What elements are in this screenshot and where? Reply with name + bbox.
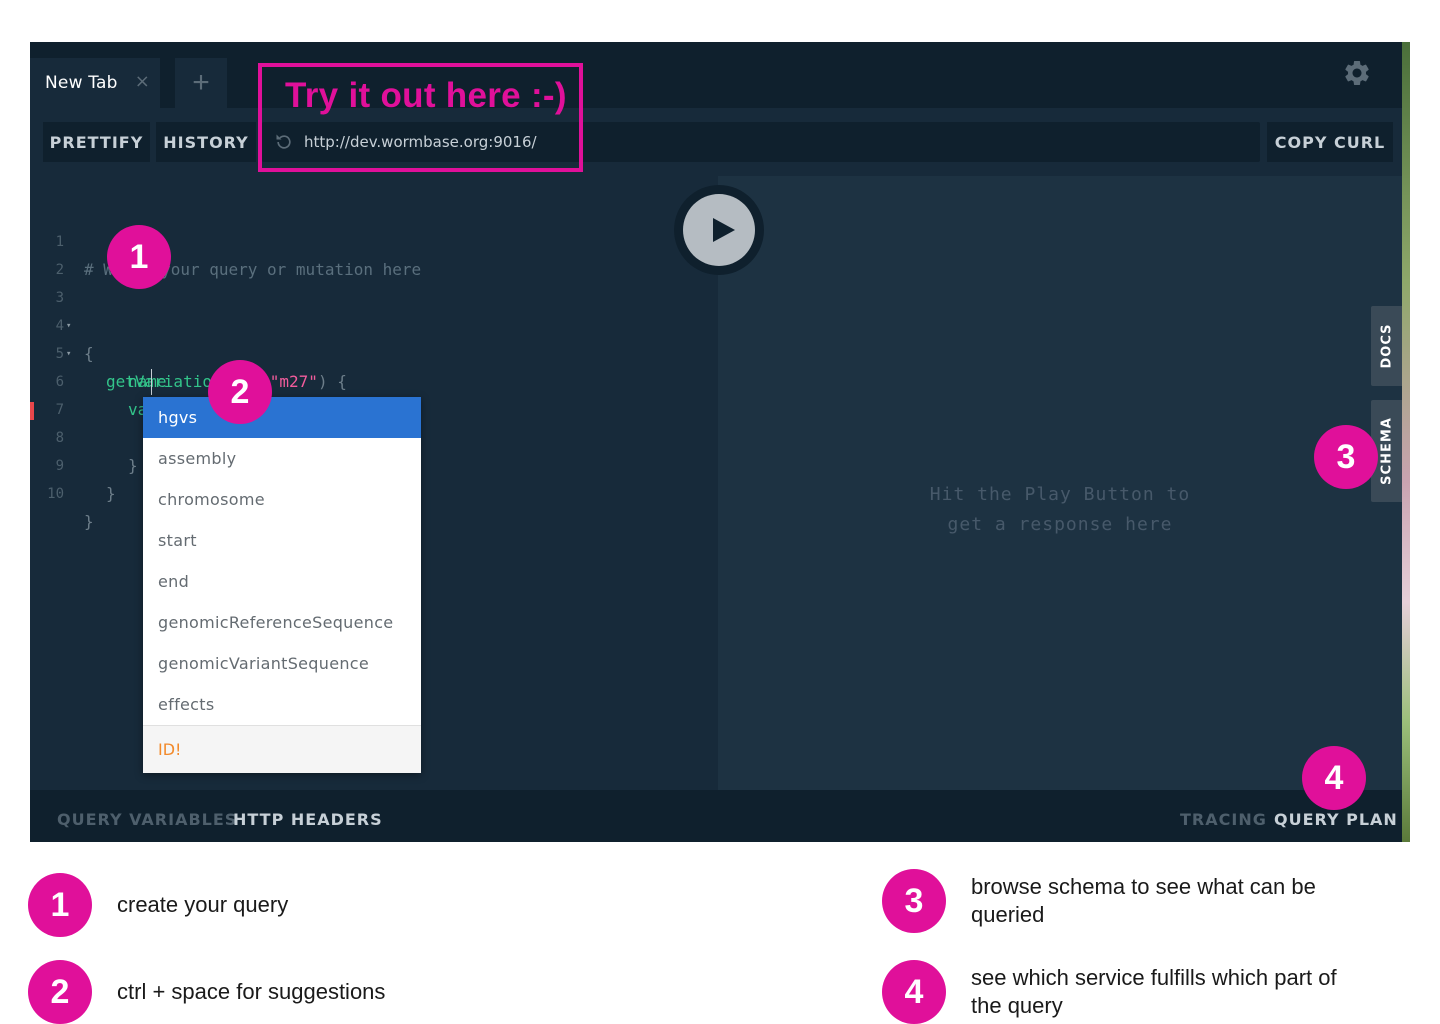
play-icon xyxy=(713,218,735,242)
close-tab-icon[interactable]: × xyxy=(135,71,150,92)
query-plan-tab[interactable]: QUERY PLAN xyxy=(1274,810,1398,829)
suggestion-item[interactable]: chromosome xyxy=(143,479,421,520)
suggestion-item[interactable]: end xyxy=(143,561,421,602)
annotation-badge-1: 1 xyxy=(107,225,171,289)
annotation-badge-4: 4 xyxy=(1302,746,1366,810)
autocomplete-popup: hgvs assembly chromosome start end genom… xyxy=(143,397,421,773)
text-cursor xyxy=(151,369,152,395)
window-edge-decoration xyxy=(1402,42,1410,842)
editor-line-2: 2 xyxy=(30,228,107,278)
docs-tab[interactable]: DOCS xyxy=(1371,306,1402,386)
tab-label: New Tab xyxy=(45,73,118,93)
legend-text-2: ctrl + space for suggestions xyxy=(117,979,386,1004)
code-string: "m27" xyxy=(269,372,318,391)
suggestion-type-hint: ID! xyxy=(143,725,421,773)
legend-badge-1: 1 xyxy=(28,873,92,937)
annotation-badge-3: 3 xyxy=(1314,425,1378,489)
code-brace: } xyxy=(84,512,94,531)
legend-badge-3: 3 xyxy=(882,869,946,933)
legend-text-3: browse schema to see what can be queried xyxy=(971,874,1316,927)
legend-badge-4: 4 xyxy=(882,960,946,1024)
plus-icon: + xyxy=(192,66,210,99)
tab-bar: New Tab × + xyxy=(30,42,1402,108)
toolbar: PRETTIFY HISTORY http://dev.wormbase.org… xyxy=(30,108,1402,176)
legend-text-1: create your query xyxy=(117,892,289,917)
add-tab-button[interactable]: + xyxy=(175,58,227,108)
legend-badge-2: 2 xyxy=(28,960,92,1024)
results-placeholder: Hit the Play Button to get a response he… xyxy=(929,484,1191,535)
prettify-button[interactable]: PRETTIFY xyxy=(43,122,150,162)
editor-line-10: 10 } xyxy=(30,452,107,531)
docs-tab-label: DOCS xyxy=(1379,323,1394,369)
line-number: 10 xyxy=(47,486,64,502)
code-field: name xyxy=(128,372,167,391)
editor-line-7: 7 xyxy=(30,368,107,418)
play-button-face xyxy=(683,194,755,266)
editor-line-5: 5 name xyxy=(30,312,167,391)
suggestion-item[interactable]: genomicVariantSequence xyxy=(143,643,421,684)
suggestion-item[interactable]: effects xyxy=(143,684,421,725)
annotation-badge-2: 2 xyxy=(208,360,272,424)
tracing-tab[interactable]: TRACING xyxy=(1180,810,1267,829)
schema-tab-label: SCHEMA xyxy=(1379,417,1394,485)
editor-line-3: 3 ▾ { xyxy=(30,256,107,363)
editor-line-8: 8 } xyxy=(30,396,138,475)
suggestion-item[interactable]: genomicReferenceSequence xyxy=(143,602,421,643)
app-root: New Tab × + PRETTIFY HISTORY http://dev.… xyxy=(0,0,1440,1024)
suggestion-item[interactable]: assembly xyxy=(143,438,421,479)
editor-line-9: 9 } xyxy=(30,424,116,503)
http-headers-tab[interactable]: HTTP HEADERS xyxy=(233,810,383,829)
run-query-button[interactable] xyxy=(674,185,764,275)
history-button[interactable]: HISTORY xyxy=(156,122,256,162)
tab-new-tab[interactable]: New Tab × xyxy=(30,58,160,108)
bottom-bar: QUERY VARIABLES HTTP HEADERS TRACING QUE… xyxy=(30,790,1402,842)
editor-line-4: 4 ▾ getVariation(id: "m27") { xyxy=(30,284,347,391)
callout-text: Try it out here :-) xyxy=(285,76,567,115)
suggestion-item[interactable]: start xyxy=(143,520,421,561)
code-brace: } xyxy=(106,484,116,503)
copy-curl-button[interactable]: COPY CURL xyxy=(1267,122,1393,162)
code-brace: } xyxy=(128,456,138,475)
error-marker xyxy=(30,402,34,420)
query-variables-tab[interactable]: QUERY VARIABLES xyxy=(57,810,237,829)
editor-line-1: 1 # Write your query or mutation here xyxy=(30,200,422,279)
code-punct: ) { xyxy=(317,372,347,391)
legend-text-4: see which service fulfills which part of… xyxy=(971,965,1337,1018)
suggestion-item[interactable]: hgvs xyxy=(143,397,421,438)
gear-icon[interactable] xyxy=(1342,58,1372,88)
editor-line-6: 6 variants { xyxy=(30,340,225,419)
graphql-playground-window: New Tab × + PRETTIFY HISTORY http://dev.… xyxy=(30,42,1410,842)
